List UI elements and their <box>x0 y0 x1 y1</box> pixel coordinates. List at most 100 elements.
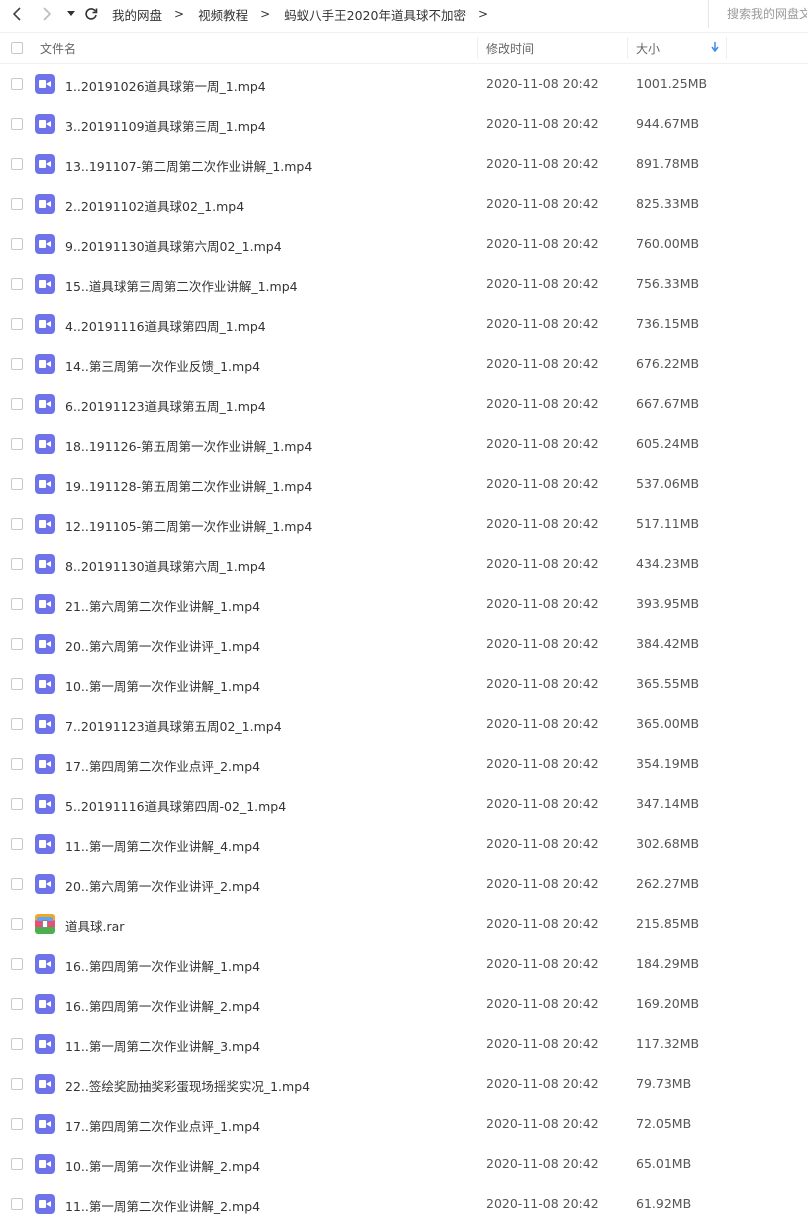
row-checkbox[interactable] <box>11 518 23 530</box>
file-name[interactable]: 12..191105-第二周第一次作业讲解_1.mp4 <box>65 516 312 535</box>
row-checkbox[interactable] <box>11 478 23 490</box>
file-row[interactable]: 2..20191102道具球02_1.mp4 2020-11-08 20:42 82… <box>0 184 808 224</box>
file-name[interactable]: 2..20191102道具球02_1.mp4 <box>65 196 244 215</box>
row-checkbox[interactable] <box>11 678 23 690</box>
file-name[interactable]: 19..191128-第五周第二次作业讲解_1.mp4 <box>65 476 312 495</box>
file-name[interactable]: 22..签绘奖励抽奖彩蛋现场摇奖实况_1.mp4 <box>65 1076 310 1095</box>
row-checkbox[interactable] <box>11 1038 23 1050</box>
file-row[interactable]: 12..191105-第二周第一次作业讲解_1.mp4 2020-11-08 20… <box>0 504 808 544</box>
row-checkbox[interactable] <box>11 718 23 730</box>
file-row[interactable]: 13..191107-第二周第二次作业讲解_1.mp4 2020-11-08 20… <box>0 144 808 184</box>
file-row[interactable]: 17..第四周第二次作业点评_1.mp4 2020-11-08 20:42 72.0… <box>0 1104 808 1144</box>
file-row[interactable]: 22..签绘奖励抽奖彩蛋现场摇奖实况_1.mp4 2020-11-08 20:42… <box>0 1064 808 1104</box>
column-header-time[interactable]: 修改时间 <box>486 40 534 57</box>
file-name[interactable]: 16..第四周第一次作业讲解_2.mp4 <box>65 996 260 1015</box>
row-checkbox[interactable] <box>11 398 23 410</box>
row-checkbox[interactable] <box>11 118 23 130</box>
row-checkbox[interactable] <box>11 78 23 90</box>
file-row[interactable]: 11..第一周第二次作业讲解_2.mp4 2020-11-08 20:42 61.9… <box>0 1184 808 1224</box>
search-input[interactable] <box>709 6 808 22</box>
file-row[interactable]: 15..道具球第三周第二次作业讲解_1.mp4 2020-11-08 20:42 7… <box>0 264 808 304</box>
row-checkbox[interactable] <box>11 878 23 890</box>
file-row[interactable]: 5..20191116道具球第四周-02_1.mp4 2020-11-08 20:… <box>0 784 808 824</box>
row-checkbox[interactable] <box>11 318 23 330</box>
file-name[interactable]: 16..第四周第一次作业讲解_1.mp4 <box>65 956 260 975</box>
row-checkbox[interactable] <box>11 758 23 770</box>
select-all-checkbox[interactable] <box>11 42 23 54</box>
file-name[interactable]: 14..第三周第一次作业反馈_1.mp4 <box>65 356 260 375</box>
breadcrumb-item-my-disk[interactable]: 我的网盘 <box>112 5 162 24</box>
caret-down-icon[interactable] <box>64 2 78 26</box>
breadcrumb-item-video-tutorials[interactable]: 视频教程 <box>198 5 248 24</box>
column-header-size[interactable]: 大小 <box>636 40 660 57</box>
file-row[interactable]: 20..第六周第一次作业讲评_2.mp4 2020-11-08 20:42 262.… <box>0 864 808 904</box>
row-checkbox[interactable] <box>11 1158 23 1170</box>
file-name[interactable]: 3..20191109道具球第三周_1.mp4 <box>65 116 266 135</box>
row-checkbox[interactable] <box>11 358 23 370</box>
file-name[interactable]: 17..第四周第二次作业点评_2.mp4 <box>65 756 260 775</box>
file-row[interactable]: 道具球.rar 2020-11-08 20:42 215.85MB <box>0 904 808 944</box>
file-name[interactable]: 11..第一周第二次作业讲解_3.mp4 <box>65 1036 260 1055</box>
row-checkbox[interactable] <box>11 958 23 970</box>
file-row[interactable]: 8..20191130道具球第六周_1.mp4 2020-11-08 20:42 4… <box>0 544 808 584</box>
file-row[interactable]: 10..第一周第一次作业讲解_2.mp4 2020-11-08 20:42 65.0… <box>0 1144 808 1184</box>
file-row[interactable]: 11..第一周第二次作业讲解_4.mp4 2020-11-08 20:42 302.… <box>0 824 808 864</box>
refresh-icon[interactable] <box>80 2 102 26</box>
row-checkbox[interactable] <box>11 1198 23 1210</box>
file-name[interactable]: 15..道具球第三周第二次作业讲解_1.mp4 <box>65 276 298 295</box>
file-name[interactable]: 9..20191130道具球第六周02_1.mp4 <box>65 236 282 255</box>
row-checkbox[interactable] <box>11 158 23 170</box>
file-row[interactable]: 21..第六周第二次作业讲解_1.mp4 2020-11-08 20:42 393.… <box>0 584 808 624</box>
file-row[interactable]: 16..第四周第一次作业讲解_2.mp4 2020-11-08 20:42 169.… <box>0 984 808 1024</box>
breadcrumb-separator[interactable]: > <box>478 7 488 21</box>
file-name[interactable]: 4..20191116道具球第四周_1.mp4 <box>65 316 266 335</box>
column-divider[interactable] <box>477 37 478 59</box>
file-row[interactable]: 1..20191026道具球第一周_1.mp4 2020-11-08 20:42 1… <box>0 64 808 104</box>
file-name[interactable]: 6..20191123道具球第五周_1.mp4 <box>65 396 266 415</box>
file-name[interactable]: 道具球.rar <box>65 916 124 935</box>
breadcrumb-item-current-folder[interactable]: 蚂蚁八手王2020年道具球不加密 <box>284 5 466 24</box>
file-name[interactable]: 18..191126-第五周第一次作业讲解_1.mp4 <box>65 436 312 455</box>
file-row[interactable]: 14..第三周第一次作业反馈_1.mp4 2020-11-08 20:42 676.… <box>0 344 808 384</box>
row-checkbox[interactable] <box>11 438 23 450</box>
file-name[interactable]: 1..20191026道具球第一周_1.mp4 <box>65 76 266 95</box>
file-row[interactable]: 4..20191116道具球第四周_1.mp4 2020-11-08 20:42 7… <box>0 304 808 344</box>
row-checkbox[interactable] <box>11 278 23 290</box>
file-row[interactable]: 11..第一周第二次作业讲解_3.mp4 2020-11-08 20:42 117.… <box>0 1024 808 1064</box>
file-row[interactable]: 19..191128-第五周第二次作业讲解_1.mp4 2020-11-08 20… <box>0 464 808 504</box>
file-row[interactable]: 17..第四周第二次作业点评_2.mp4 2020-11-08 20:42 354.… <box>0 744 808 784</box>
row-checkbox[interactable] <box>11 998 23 1010</box>
file-name[interactable]: 10..第一周第一次作业讲解_2.mp4 <box>65 1156 260 1175</box>
file-row[interactable]: 7..20191123道具球第五周02_1.mp4 2020-11-08 20:4… <box>0 704 808 744</box>
row-checkbox[interactable] <box>11 918 23 930</box>
file-name[interactable]: 21..第六周第二次作业讲解_1.mp4 <box>65 596 260 615</box>
row-checkbox[interactable] <box>11 198 23 210</box>
file-name[interactable]: 17..第四周第二次作业点评_1.mp4 <box>65 1116 260 1135</box>
row-checkbox[interactable] <box>11 1118 23 1130</box>
row-checkbox[interactable] <box>11 1078 23 1090</box>
file-row[interactable]: 20..第六周第一次作业讲评_1.mp4 2020-11-08 20:42 384.… <box>0 624 808 664</box>
file-name[interactable]: 8..20191130道具球第六周_1.mp4 <box>65 556 266 575</box>
row-checkbox[interactable] <box>11 638 23 650</box>
chevron-left-icon[interactable] <box>6 2 28 26</box>
file-name[interactable]: 7..20191123道具球第五周02_1.mp4 <box>65 716 282 735</box>
file-name[interactable]: 13..191107-第二周第二次作业讲解_1.mp4 <box>65 156 312 175</box>
file-name[interactable]: 11..第一周第二次作业讲解_2.mp4 <box>65 1196 260 1215</box>
column-divider[interactable] <box>726 37 727 59</box>
file-row[interactable]: 16..第四周第一次作业讲解_1.mp4 2020-11-08 20:42 184.… <box>0 944 808 984</box>
file-name[interactable]: 10..第一周第一次作业讲解_1.mp4 <box>65 676 260 695</box>
file-name[interactable]: 5..20191116道具球第四周-02_1.mp4 <box>65 796 286 815</box>
file-row[interactable]: 9..20191130道具球第六周02_1.mp4 2020-11-08 20:4… <box>0 224 808 264</box>
file-name[interactable]: 11..第一周第二次作业讲解_4.mp4 <box>65 836 260 855</box>
file-name[interactable]: 20..第六周第一次作业讲评_2.mp4 <box>65 876 260 895</box>
row-checkbox[interactable] <box>11 838 23 850</box>
file-row[interactable]: 18..191126-第五周第一次作业讲解_1.mp4 2020-11-08 20… <box>0 424 808 464</box>
row-checkbox[interactable] <box>11 558 23 570</box>
column-divider[interactable] <box>627 37 628 59</box>
file-row[interactable]: 3..20191109道具球第三周_1.mp4 2020-11-08 20:42 9… <box>0 104 808 144</box>
file-row[interactable]: 10..第一周第一次作业讲解_1.mp4 2020-11-08 20:42 365.… <box>0 664 808 704</box>
file-name[interactable]: 20..第六周第一次作业讲评_1.mp4 <box>65 636 260 655</box>
arrow-down-icon[interactable] <box>711 41 719 55</box>
row-checkbox[interactable] <box>11 238 23 250</box>
column-header-name[interactable]: 文件名 <box>40 40 76 57</box>
